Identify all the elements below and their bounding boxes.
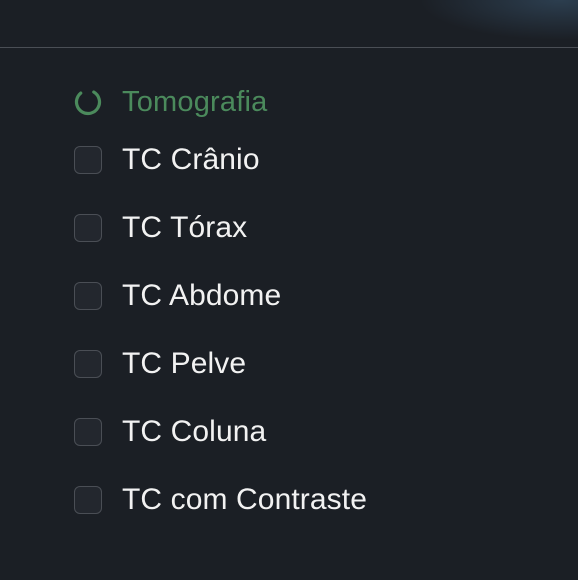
section-header: Tomografia [74, 84, 554, 120]
tomografia-section: Tomografia TC Crânio TC Tórax TC Abdome … [74, 84, 554, 548]
loading-spinner-icon [74, 88, 102, 116]
option-tc-com-contraste[interactable]: TC com Contraste [74, 480, 554, 520]
option-tc-coluna[interactable]: TC Coluna [74, 412, 554, 452]
checkbox[interactable] [74, 214, 102, 242]
checkbox[interactable] [74, 418, 102, 446]
option-label: TC com Contraste [122, 483, 367, 516]
option-tc-cranio[interactable]: TC Crânio [74, 140, 554, 180]
option-label: TC Pelve [122, 347, 247, 380]
option-label: TC Coluna [122, 415, 267, 448]
option-label: TC Crânio [122, 143, 260, 176]
option-label: TC Tórax [122, 211, 248, 244]
option-label: TC Abdome [122, 279, 282, 312]
checkbox[interactable] [74, 486, 102, 514]
option-tc-pelve[interactable]: TC Pelve [74, 344, 554, 384]
header-divider [0, 47, 578, 48]
option-tc-abdome[interactable]: TC Abdome [74, 276, 554, 316]
header-area [0, 0, 578, 48]
checkbox[interactable] [74, 146, 102, 174]
option-tc-torax[interactable]: TC Tórax [74, 208, 554, 248]
checkbox[interactable] [74, 282, 102, 310]
section-title: Tomografia [122, 86, 268, 118]
checkbox[interactable] [74, 350, 102, 378]
